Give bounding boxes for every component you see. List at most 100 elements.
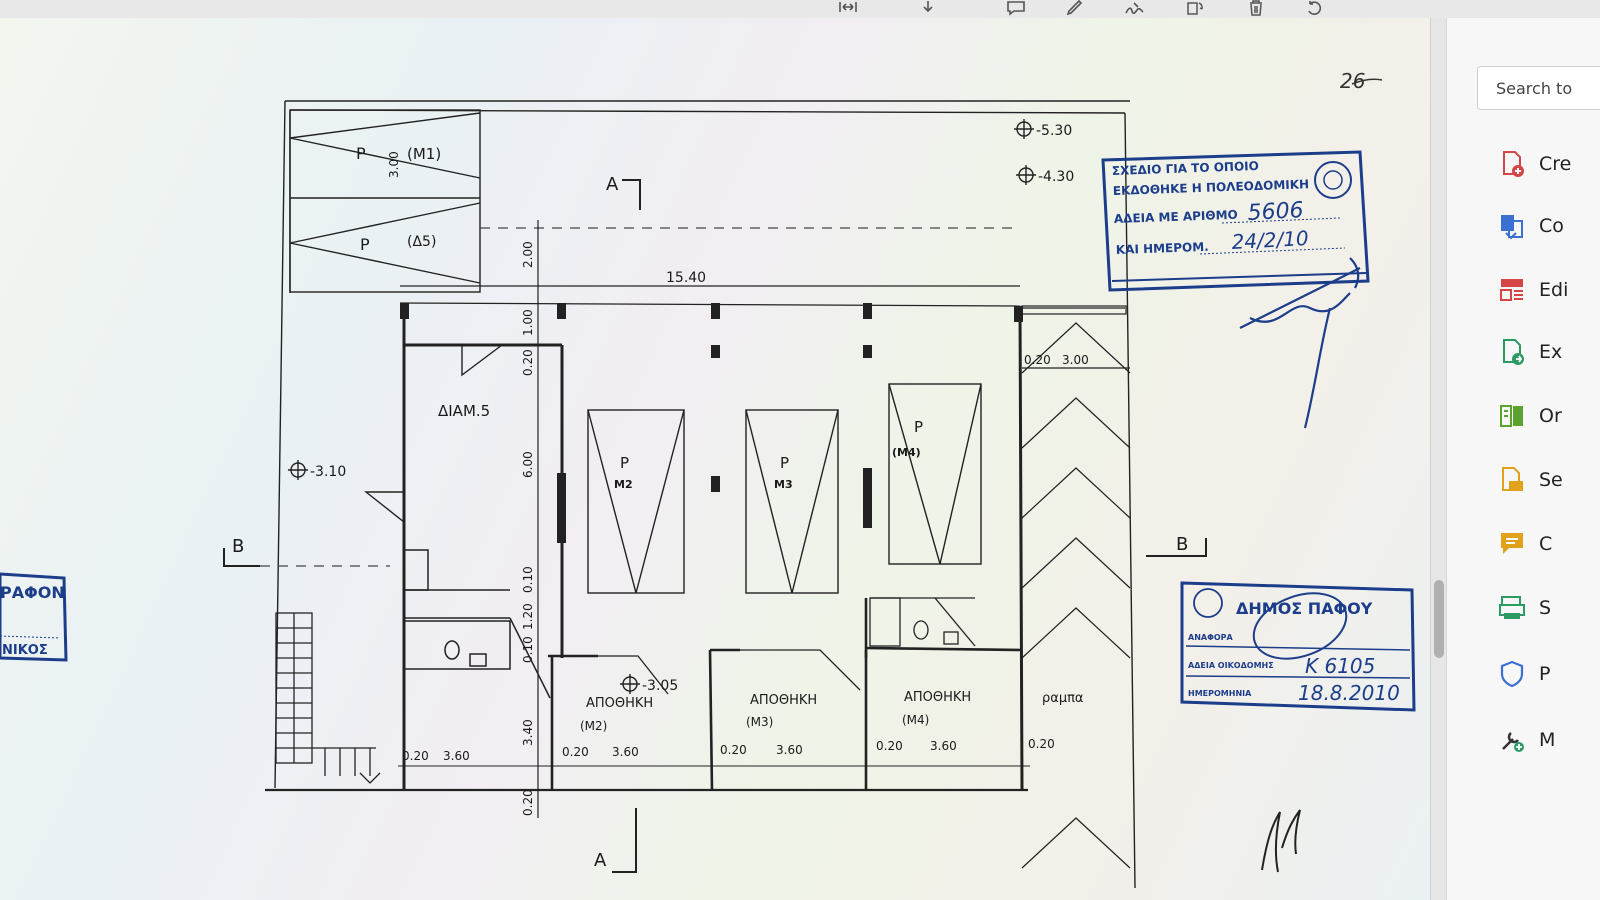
dim-360-2: 3.60: [612, 745, 639, 759]
tool-comment[interactable]: C: [1497, 526, 1600, 562]
parking-m1-label: P: [356, 144, 366, 163]
permit-line2: ΕΚΔΟΘΗΚΕ Η ΠΟΛΕΟΔΟΜΙΚΗ: [1113, 177, 1310, 198]
store-m2-code: (M2): [580, 719, 607, 733]
parking-m1-code: (M1): [407, 145, 441, 163]
municipality-stamp: ΔΗΜΟΣ ΠΑΦΟΥ ΑΝΑΦΟΡΑ ΑΔΕΙΑ ΟΙΚΟΔΟΜΗΣ Κ 61…: [1180, 581, 1416, 712]
section-b-right: B: [1176, 534, 1188, 555]
municipality-row1: ΑΝΑΦΟΡΑ: [1188, 633, 1234, 642]
dim-340: 3.40: [521, 719, 535, 746]
comment-icon[interactable]: [1003, 0, 1029, 16]
tool-label-combine: Co: [1539, 215, 1564, 237]
permit-line1: ΣΧΕΔΙΟ ΓΙΑ ΤΟ ΟΠΟΙΟ: [1112, 159, 1259, 178]
tool-more-tools[interactable]: M: [1497, 722, 1600, 758]
tool-protect[interactable]: P: [1497, 656, 1600, 692]
permit-line4-label: ΚΑΙ ΗΜΕΡΟΜ.: [1116, 240, 1209, 257]
tool-scan[interactable]: S: [1497, 590, 1600, 626]
tool-label-create: Cre: [1539, 153, 1572, 175]
level-store: -3.05: [642, 678, 678, 694]
organize-pages-icon: [1500, 405, 1523, 427]
tool-label-export: Ex: [1539, 341, 1563, 363]
ramp: [1021, 305, 1131, 869]
scan-icon: [1499, 596, 1525, 619]
dim-010a: 0.10: [521, 566, 535, 593]
dim-010b: 0.10: [521, 636, 535, 663]
tool-label-organize: Or: [1539, 405, 1562, 427]
tool-label-scan: S: [1539, 597, 1552, 619]
document-viewport[interactable]: P (M1) 3.00 P (Δ5) A -5.30 -4.30 15.40 2…: [0, 18, 1430, 900]
parking-m3-code: M3: [774, 478, 793, 491]
tool-create-pdf[interactable]: Cre: [1497, 146, 1600, 182]
rotate-page-icon[interactable]: [1182, 0, 1208, 16]
tool-combine-files[interactable]: Co: [1497, 208, 1600, 244]
dim-020-1: 0.20: [402, 749, 429, 763]
parking-m2-label: P: [620, 454, 629, 472]
left-stamp-line2: ΝΙΚΟΣ: [2, 643, 48, 658]
dim-360-3: 3.60: [776, 743, 803, 757]
more-tools-icon: [1502, 732, 1524, 752]
pdf-page: P (M1) 3.00 P (Δ5) A -5.30 -4.30 15.40 2…: [0, 18, 1430, 900]
store-m3-code: (M3): [746, 715, 773, 729]
tool-label-more: M: [1539, 729, 1556, 751]
dim-120: 1.20: [521, 603, 535, 630]
dim-100: 1.00: [521, 309, 535, 336]
staircase: [275, 612, 381, 784]
parking-m4-label: P: [914, 418, 923, 436]
section-a-bottom: A: [594, 850, 607, 871]
left-partial-stamp: ΡΑΦΟΝ ΝΙΚΟΣ: [0, 572, 68, 662]
tool-label-send: Se: [1539, 469, 1563, 491]
tool-edit-pdf[interactable]: Edi: [1497, 272, 1600, 308]
export-pdf-icon: [1503, 339, 1524, 365]
tool-label-comment: C: [1539, 533, 1553, 555]
tool-label-protect: P: [1539, 663, 1551, 685]
dim-600: 6.00: [521, 451, 535, 478]
flat-label: ΔΙΑΜ.5: [438, 402, 490, 420]
highlight-icon[interactable]: [1062, 0, 1088, 16]
tool-send-for-comments[interactable]: Se: [1497, 462, 1600, 498]
level-left: -3.10: [310, 464, 346, 480]
building-permit-number: Κ 6105: [1305, 654, 1375, 678]
protect-icon: [1500, 660, 1524, 688]
parking-m3-label: P: [780, 454, 789, 472]
permit-line3-label: ΑΔΕΙΑ ΜΕ ΑΡΙΘΜΟ: [1114, 208, 1238, 226]
undo-icon[interactable]: [1302, 0, 1328, 16]
dim-020-5: 0.20: [1028, 737, 1055, 751]
store-m2-label: ΑΠΟΘΗΚΗ: [586, 696, 653, 711]
floor-plan-drawing: P (M1) 3.00 P (Δ5) A -5.30 -4.30 15.40 2…: [0, 69, 1416, 889]
tool-label-edit: Edi: [1539, 279, 1569, 301]
download-icon[interactable]: [915, 0, 941, 16]
create-pdf-icon: [1503, 151, 1524, 177]
ramp-label: ραμπα: [1042, 691, 1084, 706]
search-tools-input[interactable]: Search to: [1477, 66, 1600, 110]
dim-ramp-020: 0.20: [1024, 353, 1051, 367]
parking-m4-code: (M4): [892, 446, 921, 459]
dim-total: 15.40: [666, 270, 706, 286]
parking-m2-code: M2: [614, 478, 633, 491]
dim-020-3: 0.20: [720, 743, 747, 757]
scroll-thumb[interactable]: [1434, 580, 1444, 658]
top-toolbar: [0, 0, 1600, 19]
store-m4-code: (M4): [902, 713, 929, 727]
tool-export-pdf[interactable]: Ex: [1497, 334, 1600, 370]
parking-d5-code: (Δ5): [407, 234, 436, 250]
dim-020-2: 0.20: [562, 745, 589, 759]
vertical-scrollbar[interactable]: [1430, 18, 1447, 900]
tool-organize-pages[interactable]: Or: [1497, 398, 1600, 434]
section-b-left: B: [232, 536, 244, 557]
municipality-title: ΔΗΜΟΣ ΠΑΦΟΥ: [1236, 599, 1373, 618]
left-stamp-line1: ΡΑΦΟΝ: [0, 583, 65, 602]
fit-width-icon[interactable]: [835, 0, 861, 16]
parking-m1-d5: [289, 109, 481, 293]
delete-icon[interactable]: [1243, 0, 1269, 16]
dim-020-v: 0.20: [521, 349, 535, 376]
sign-icon[interactable]: [1122, 0, 1148, 16]
permit-stamp: ΣΧΕΔΙΟ ΓΙΑ ΤΟ ΟΠΟΙΟ ΕΚΔΟΘΗΚΕ Η ΠΟΛΕΟΔΟΜΙ…: [1101, 150, 1370, 429]
store-m3-label: ΑΠΟΘΗΚΗ: [750, 693, 817, 708]
dim-020-4: 0.20: [876, 739, 903, 753]
parking-d5-label: P: [360, 235, 370, 254]
combine-files-icon: [1501, 215, 1523, 240]
tools-pane: Search to Cre Co Edi Ex Or Se C S P M: [1446, 18, 1600, 900]
comment-tool-icon: [1501, 533, 1523, 554]
dim-360-1: 3.60: [443, 749, 470, 763]
level-top-1: -5.30: [1036, 123, 1072, 139]
municipality-row3: ΗΜΕΡΟΜΗΝΙΑ: [1188, 689, 1252, 698]
